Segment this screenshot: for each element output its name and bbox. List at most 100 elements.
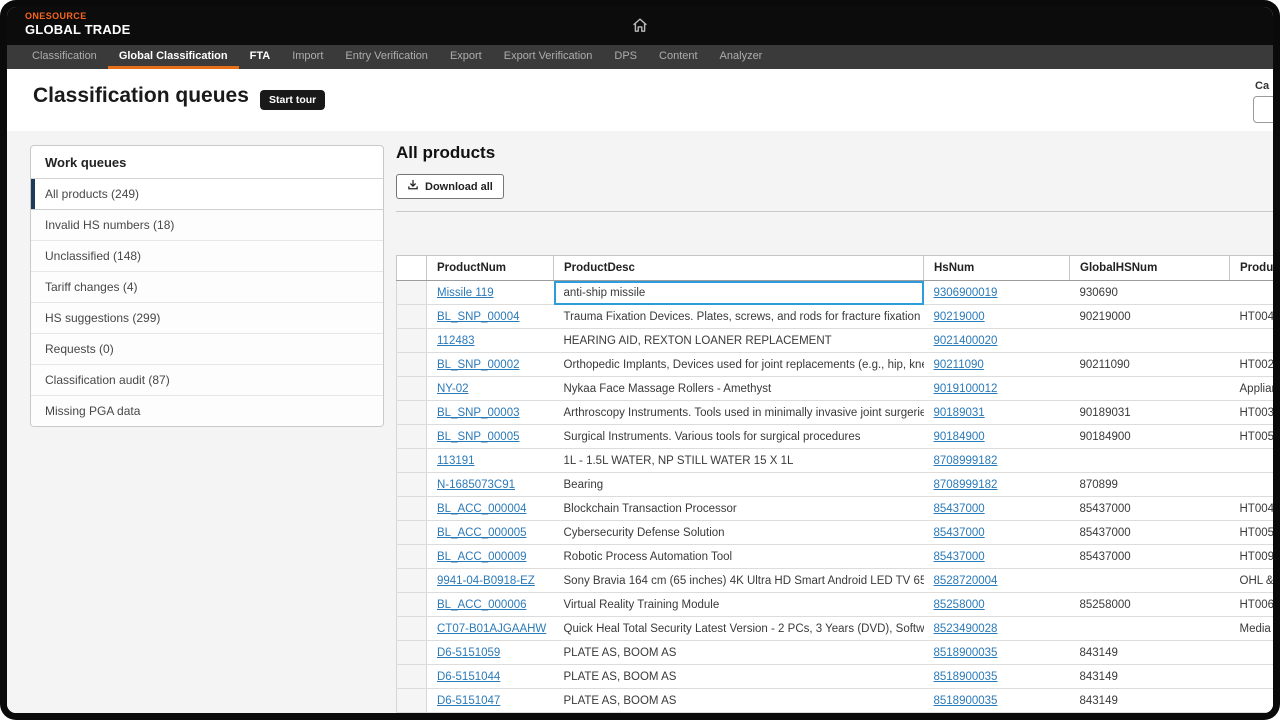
productnum-link[interactable]: 113191 (437, 455, 475, 467)
hsnum-link[interactable]: 8708999182 (934, 455, 998, 467)
hsnum-link[interactable]: 85258000 (934, 599, 985, 611)
productnum-link[interactable]: BL_SNP_00004 (437, 311, 519, 323)
productnum-link[interactable]: D6-5151059 (437, 647, 500, 659)
hsnum-link[interactable]: 8518900035 (934, 671, 998, 683)
hsnum-cell: 8708999182 (924, 449, 1070, 473)
nav-tab[interactable]: Global Classification (108, 45, 239, 69)
productdesc-cell[interactable]: Orthopedic Implants, Devices used for jo… (554, 353, 924, 377)
productdesc-cell[interactable]: Quick Heal Total Security Latest Version… (554, 617, 924, 641)
row-select-cell[interactable] (397, 281, 427, 305)
row-select-cell[interactable] (397, 473, 427, 497)
productdesc-cell[interactable]: Bearing (554, 473, 924, 497)
hsnum-link[interactable]: 90184900 (934, 431, 985, 443)
nav-tab[interactable]: Entry Verification (334, 45, 439, 69)
productnum-link[interactable]: Missile 119 (437, 287, 494, 299)
row-select-cell[interactable] (397, 377, 427, 401)
productnum-link[interactable]: BL_ACC_000006 (437, 599, 527, 611)
start-tour-button[interactable]: Start tour (260, 90, 325, 110)
home-icon[interactable] (632, 17, 649, 39)
productdesc-cell[interactable]: PLATE AS, BOOM AS (554, 689, 924, 713)
productdesc-cell[interactable]: Arthroscopy Instruments. Tools used in m… (554, 401, 924, 425)
hsnum-link[interactable]: 8518900035 (934, 695, 998, 707)
nav-tab[interactable]: Export Verification (493, 45, 604, 69)
productnum-link[interactable]: BL_ACC_000004 (437, 503, 527, 515)
col-globalhsnum[interactable]: GlobalHSNum (1070, 256, 1230, 281)
work-queue-item[interactable]: Unclassified (148) (31, 241, 383, 272)
productdesc-cell[interactable]: Nykaa Face Massage Rollers - Amethyst (554, 377, 924, 401)
productdesc-cell[interactable]: Robotic Process Automation Tool (554, 545, 924, 569)
productdesc-cell[interactable]: Cybersecurity Defense Solution (554, 521, 924, 545)
row-select-cell[interactable] (397, 665, 427, 689)
hsnum-link[interactable]: 90189031 (934, 407, 985, 419)
row-select-cell[interactable] (397, 689, 427, 713)
productnum-link[interactable]: BL_SNP_00005 (437, 431, 519, 443)
hsnum-link[interactable]: 85437000 (934, 551, 985, 563)
productnum-link[interactable]: BL_ACC_000005 (437, 527, 527, 539)
nav-tab[interactable]: FTA (239, 45, 282, 69)
col-productname[interactable]: ProductNa (1230, 256, 1274, 281)
hsnum-link[interactable]: 8708999182 (934, 479, 998, 491)
download-all-button[interactable]: Download all (396, 174, 504, 199)
productnum-link[interactable]: NY-02 (437, 383, 469, 395)
row-select-cell[interactable] (397, 545, 427, 569)
productdesc-cell[interactable]: Blockchain Transaction Processor (554, 497, 924, 521)
work-queue-item[interactable]: HS suggestions (299) (31, 303, 383, 334)
row-select-cell[interactable] (397, 593, 427, 617)
productnum-link[interactable]: BL_SNP_00003 (437, 407, 519, 419)
productnum-link[interactable]: D6-5151044 (437, 671, 500, 683)
col-hsnum[interactable]: HsNum (924, 256, 1070, 281)
work-queue-item[interactable]: All products (249) (31, 179, 383, 210)
productnum-link[interactable]: BL_SNP_00002 (437, 359, 519, 371)
hsnum-link[interactable]: 85437000 (934, 527, 985, 539)
work-queue-item[interactable]: Classification audit (87) (31, 365, 383, 396)
hsnum-link[interactable]: 90219000 (934, 311, 985, 323)
col-productdesc[interactable]: ProductDesc (554, 256, 924, 281)
productdesc-cell[interactable]: PLATE AS, BOOM AS (554, 665, 924, 689)
row-select-cell[interactable] (397, 497, 427, 521)
nav-tab[interactable]: Import (281, 45, 334, 69)
productnum-link[interactable]: 9941-04-B0918-EZ (437, 575, 535, 587)
productnum-link[interactable]: D6-5151047 (437, 695, 500, 707)
work-queue-item[interactable]: Requests (0) (31, 334, 383, 365)
col-productnum[interactable]: ProductNum (427, 256, 554, 281)
row-select-cell[interactable] (397, 353, 427, 377)
productdesc-cell[interactable]: HEARING AID, REXTON LOANER REPLACEMENT (554, 329, 924, 353)
hsnum-link[interactable]: 8528720004 (934, 575, 998, 587)
productdesc-cell[interactable]: Virtual Reality Training Module (554, 593, 924, 617)
row-select-cell[interactable] (397, 569, 427, 593)
work-queue-item[interactable]: Missing PGA data (31, 396, 383, 426)
row-select-cell[interactable] (397, 521, 427, 545)
hsnum-link[interactable]: 8518900035 (934, 647, 998, 659)
hsnum-link[interactable]: 9021400020 (934, 335, 998, 347)
row-select-cell[interactable] (397, 449, 427, 473)
productnum-link[interactable]: N-1685073C91 (437, 479, 515, 491)
productnum-link[interactable]: BL_ACC_000009 (437, 551, 527, 563)
hsnum-link[interactable]: 9019100012 (934, 383, 998, 395)
hsnum-link[interactable]: 85437000 (934, 503, 985, 515)
catalog-select-truncated[interactable] (1253, 96, 1273, 123)
row-select-cell[interactable] (397, 425, 427, 449)
productdesc-cell[interactable]: anti-ship missile (554, 281, 924, 305)
nav-tab[interactable]: Classification (21, 45, 108, 69)
nav-tab[interactable]: Content (648, 45, 709, 69)
productdesc-cell[interactable]: Trauma Fixation Devices. Plates, screws,… (554, 305, 924, 329)
productdesc-cell[interactable]: Surgical Instruments. Various tools for … (554, 425, 924, 449)
productdesc-cell[interactable]: 1L - 1.5L WATER, NP STILL WATER 15 X 1L (554, 449, 924, 473)
row-select-cell[interactable] (397, 617, 427, 641)
productdesc-cell[interactable]: Sony Bravia 164 cm (65 inches) 4K Ultra … (554, 569, 924, 593)
productnum-link[interactable]: 112483 (437, 335, 475, 347)
nav-tab[interactable]: Analyzer (709, 45, 774, 69)
productnum-link[interactable]: CT07-B01AJGAAHW (437, 623, 546, 635)
row-select-cell[interactable] (397, 401, 427, 425)
nav-tab[interactable]: DPS (603, 45, 648, 69)
row-select-cell[interactable] (397, 641, 427, 665)
row-select-cell[interactable] (397, 305, 427, 329)
nav-tab[interactable]: Export (439, 45, 493, 69)
productdesc-cell[interactable]: PLATE AS, BOOM AS (554, 641, 924, 665)
hsnum-link[interactable]: 90211090 (934, 359, 984, 371)
hsnum-link[interactable]: 8523490028 (934, 623, 998, 635)
work-queue-item[interactable]: Tariff changes (4) (31, 272, 383, 303)
work-queue-item[interactable]: Invalid HS numbers (18) (31, 210, 383, 241)
hsnum-link[interactable]: 9306900019 (934, 287, 998, 299)
row-select-cell[interactable] (397, 329, 427, 353)
